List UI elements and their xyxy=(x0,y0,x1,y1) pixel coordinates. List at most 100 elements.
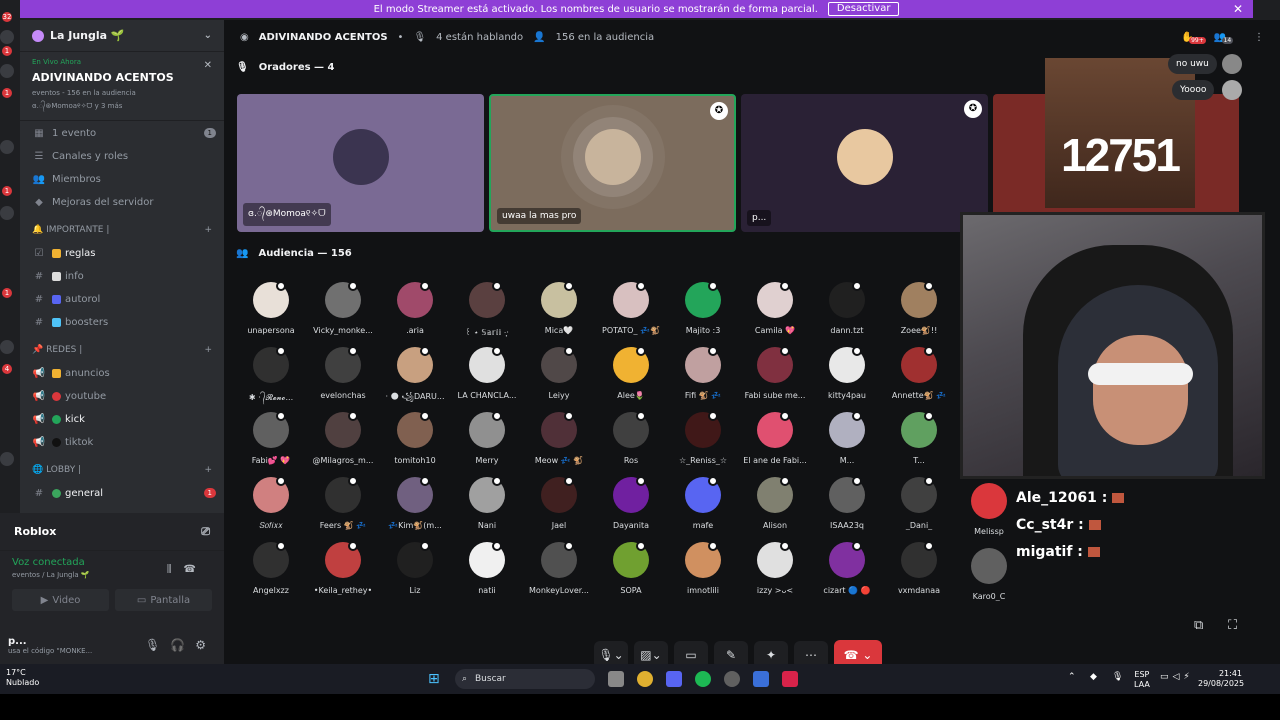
audience-member[interactable]: ISAA23q xyxy=(812,476,882,530)
stage-live-card[interactable]: En Vivo Ahora ADIVINANDO ACENTOS eventos… xyxy=(20,52,224,121)
speaker-tile[interactable]: ✪ p... xyxy=(741,94,988,232)
leave-stage-button[interactable]: ☎ ⌄ xyxy=(834,640,882,664)
weather-widget[interactable]: 17°C Nublado xyxy=(6,668,39,688)
server-icon[interactable] xyxy=(0,452,14,466)
audience-member[interactable]: @Milagros_m... xyxy=(308,411,378,465)
camera-toggle-button[interactable]: ▨ ⌄ xyxy=(634,641,668,664)
channel-youtube[interactable]: 📢 youtube xyxy=(20,385,224,407)
audience-member[interactable]: evelonchas xyxy=(308,346,378,400)
plus-icon[interactable]: + xyxy=(204,345,212,355)
category-redes[interactable]: 📌 REDES | + xyxy=(20,339,224,361)
speaker-tile[interactable]: ✪ uwaa la mas pro xyxy=(489,94,736,232)
task-view-icon[interactable] xyxy=(608,671,624,687)
signal-icon[interactable]: ⫼ xyxy=(167,564,184,575)
close-icon[interactable]: ✕ xyxy=(1233,2,1243,16)
audience-member[interactable]: Merry xyxy=(452,411,522,465)
channel-boosters[interactable]: # boosters xyxy=(20,311,224,333)
audience-member[interactable]: Majito :3 xyxy=(668,281,738,335)
audience-member[interactable]: · 🌑 ꧁DARU... xyxy=(380,346,450,407)
discord-icon[interactable] xyxy=(666,671,682,687)
app-icon[interactable] xyxy=(753,671,769,687)
channel-kick[interactable]: 📢 kick xyxy=(20,408,224,430)
server-icon[interactable] xyxy=(0,340,14,354)
user-info[interactable]: p... usa el código "MONKE... xyxy=(8,636,92,655)
audience-member[interactable]: 💤Kim🐒(m... xyxy=(380,476,450,530)
audience-member[interactable]: 𝑆𝑜𝑓𝑖𝑥𝑥 xyxy=(236,476,306,531)
channel-general[interactable]: # general 1 xyxy=(20,482,224,504)
audience-member[interactable]: natii xyxy=(452,541,522,595)
more-icon[interactable]: ⋮ xyxy=(1254,32,1264,43)
audience-member[interactable]: .aria xyxy=(380,281,450,335)
audience-member[interactable]: Leiyy xyxy=(524,346,594,400)
audience-member[interactable]: ✱ · ᭄𝓡𝓮𝓷𝓸... xyxy=(236,346,306,406)
audience-member[interactable]: vxmdanaa xyxy=(884,541,954,595)
audience-member[interactable]: Feers 🐒 💤 xyxy=(308,476,378,530)
mic-icon[interactable]: 🎙 xyxy=(145,638,170,652)
audience-member[interactable]: Nani xyxy=(452,476,522,530)
game-icon[interactable]: ⎚ xyxy=(201,525,210,539)
clock[interactable]: 21:41 29/08/2025 xyxy=(1198,669,1244,689)
audience-member[interactable]: kitty4pau xyxy=(812,346,882,400)
audience-member[interactable]: izzy >ᴗ< xyxy=(740,541,810,595)
audience-member[interactable]: T... xyxy=(884,411,954,465)
server-icon[interactable] xyxy=(0,206,14,220)
screen-share-button[interactable]: ▭ xyxy=(674,641,708,664)
video-button[interactable]: ▶ Video xyxy=(12,589,109,611)
audience-member[interactable]: Ros xyxy=(596,411,666,465)
tray-icons[interactable]: ▭◁⚡ xyxy=(1160,672,1194,682)
mic-toggle-button[interactable]: 🎙 ⌄ xyxy=(594,641,628,664)
activity-button[interactable]: ✦ xyxy=(754,641,788,664)
nav-events[interactable]: ▦ 1 evento 1 xyxy=(20,122,224,144)
raise-hand-icon[interactable]: ✋ 99+ xyxy=(1181,32,1206,44)
channel-reglas[interactable]: ☑ reglas xyxy=(20,242,224,264)
audience-member[interactable]: Liz xyxy=(380,541,450,595)
audience-member[interactable]: imnotlili xyxy=(668,541,738,595)
audience-member[interactable]: SOPA xyxy=(596,541,666,595)
activity-row[interactable]: Roblox ⎚ xyxy=(0,513,224,551)
audience-member[interactable]: Annette🐒 💤 xyxy=(884,346,954,400)
screen-share-button[interactable]: ▭ Pantalla xyxy=(115,589,212,611)
fullscreen-icon[interactable]: ⛶ xyxy=(1228,618,1237,633)
audience-member[interactable]: POTATO_ 💤🐒 xyxy=(596,281,666,335)
server-icon[interactable] xyxy=(0,140,14,154)
audience-member[interactable]: Jael xyxy=(524,476,594,530)
audience-member[interactable]: mafe xyxy=(668,476,738,530)
mute-stage-button[interactable]: ✎ xyxy=(714,641,748,664)
more-button[interactable]: ⋯ xyxy=(794,641,828,664)
headphones-icon[interactable]: 🎧 xyxy=(170,638,195,652)
mic-icon[interactable]: 🎙 xyxy=(1112,672,1123,682)
audience-member[interactable]: unapersona xyxy=(236,281,306,335)
audience-member[interactable]: Alee🌷 xyxy=(596,346,666,400)
app-icon[interactable] xyxy=(724,671,740,687)
audience-member[interactable]: •Keila_rethey• xyxy=(308,541,378,595)
audience-member[interactable]: Fabi💕 💖 xyxy=(236,411,306,465)
audience-member[interactable]: Melissp xyxy=(954,483,1024,536)
audience-member[interactable]: tomitoh10 xyxy=(380,411,450,465)
close-icon[interactable]: ✕ xyxy=(204,60,212,71)
audience-member[interactable]: Alison xyxy=(740,476,810,530)
audience-member[interactable]: cizart 🔵 🔴 xyxy=(812,541,882,595)
audience-member[interactable]: M... xyxy=(812,411,882,465)
audience-member[interactable]: Camila 💖 xyxy=(740,281,810,335)
audience-member[interactable]: El ane de Fabi... xyxy=(740,411,810,465)
audience-member[interactable]: Dayanita xyxy=(596,476,666,530)
spotify-icon[interactable] xyxy=(695,671,711,687)
category-lobby[interactable]: 🌐 LOBBY | + xyxy=(20,459,224,481)
audience-member[interactable]: Zoee🐒!! xyxy=(884,281,954,335)
audience-member[interactable]: MonkeyLover... xyxy=(524,541,594,595)
category-importante[interactable]: 🔔 IMPORTANTE | + xyxy=(20,219,224,241)
audience-member[interactable]: Meow 💤 🐒 xyxy=(524,411,594,465)
plus-icon[interactable]: + xyxy=(204,465,212,475)
popout-icon[interactable]: ⧉ xyxy=(1194,618,1203,633)
nav-channels-roles[interactable]: ☰ Canales y roles xyxy=(20,145,224,167)
tray-chevron-icon[interactable]: ⌃ xyxy=(1068,672,1076,682)
channel-anuncios[interactable]: 📢 anuncios xyxy=(20,362,224,384)
guild-header[interactable]: La Jungla 🌱 ⌄ xyxy=(20,20,224,52)
audience-member[interactable]: Fabi sube me... xyxy=(740,346,810,400)
server-icon[interactable] xyxy=(0,64,14,78)
windows-start-icon[interactable]: ⊞ xyxy=(428,671,440,687)
gear-icon[interactable]: ⚙ xyxy=(195,638,216,652)
disable-streamer-button[interactable]: Desactivar xyxy=(827,2,900,16)
audience-member[interactable]: Angelxzz xyxy=(236,541,306,595)
audience-member[interactable]: Karo0_C xyxy=(954,548,1024,601)
